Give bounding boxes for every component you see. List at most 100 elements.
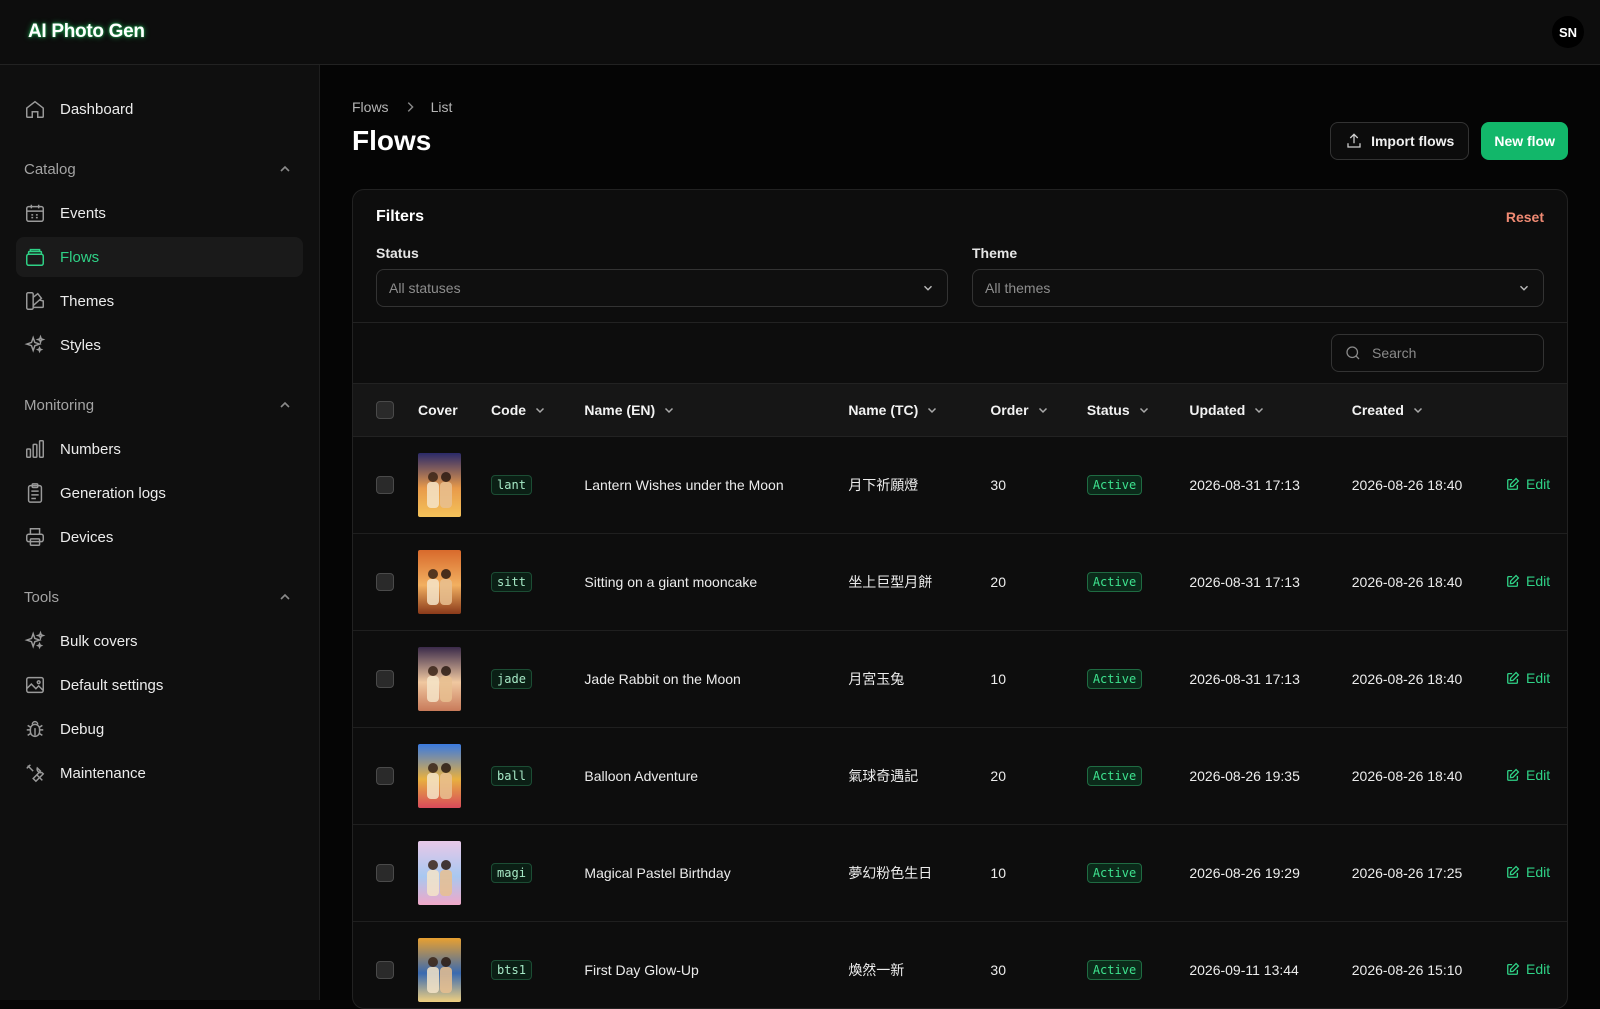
column-header-status[interactable]: Status xyxy=(1087,384,1190,437)
status-filter-select[interactable]: All statuses xyxy=(376,269,948,307)
section-label: Catalog xyxy=(24,161,76,178)
sparkles-icon xyxy=(24,630,46,652)
section-label: Tools xyxy=(24,589,59,606)
flow-name-tc: 月下祈願燈 xyxy=(848,437,990,534)
column-header-code[interactable]: Code xyxy=(491,384,584,437)
reset-filters-button[interactable]: Reset xyxy=(1506,209,1544,225)
clipboard-icon xyxy=(24,482,46,504)
flow-updated: 2026-08-31 17:13 xyxy=(1189,534,1351,631)
edit-icon xyxy=(1506,962,1520,976)
sidebar-item-themes[interactable]: Themes xyxy=(16,281,303,321)
sidebar-item-styles[interactable]: Styles xyxy=(16,325,303,365)
flow-code: magi xyxy=(491,863,532,883)
chevron-up-icon xyxy=(277,397,293,413)
status-badge: Active xyxy=(1087,960,1142,980)
sidebar-item-dashboard[interactable]: Dashboard xyxy=(16,89,303,129)
cover-thumbnail[interactable] xyxy=(418,453,461,517)
flow-order: 10 xyxy=(990,631,1086,728)
user-avatar[interactable]: SN xyxy=(1552,16,1584,48)
table-toolbar: Search xyxy=(353,323,1567,383)
status-badge: Active xyxy=(1087,572,1142,592)
column-header-order[interactable]: Order xyxy=(990,384,1086,437)
cover-thumbnail[interactable] xyxy=(418,938,461,1002)
table-row[interactable]: sittSitting on a giant mooncake坐上巨型月餅20A… xyxy=(353,534,1567,631)
import-flows-button[interactable]: Import flows xyxy=(1330,122,1469,160)
flow-order: 20 xyxy=(990,534,1086,631)
flow-updated: 2026-08-26 19:29 xyxy=(1189,825,1351,922)
column-header-updated[interactable]: Updated xyxy=(1189,384,1351,437)
status-badge: Active xyxy=(1087,863,1142,883)
sidebar-item-label: Devices xyxy=(60,529,113,546)
row-checkbox[interactable] xyxy=(376,961,394,979)
section-tools-toggle[interactable]: Tools xyxy=(16,577,303,617)
flow-updated: 2026-09-11 13:44 xyxy=(1189,922,1351,1009)
sidebar-item-bulk-covers[interactable]: Bulk covers xyxy=(16,621,303,661)
flow-name-en: Jade Rabbit on the Moon xyxy=(584,631,848,728)
edit-button[interactable]: Edit xyxy=(1506,767,1550,783)
status-filter-label: Status xyxy=(376,245,948,261)
new-flow-button[interactable]: New flow xyxy=(1481,122,1568,160)
chevron-down-icon xyxy=(1412,404,1424,416)
row-checkbox[interactable] xyxy=(376,864,394,882)
table-row[interactable]: bts1First Day Glow-Up煥然一新30Active2026-09… xyxy=(353,922,1567,1009)
cover-thumbnail[interactable] xyxy=(418,647,461,711)
sidebar-item-maintenance[interactable]: Maintenance xyxy=(16,753,303,793)
edit-icon xyxy=(1506,768,1520,782)
sidebar-item-generation-logs[interactable]: Generation logs xyxy=(16,473,303,513)
edit-button[interactable]: Edit xyxy=(1506,476,1550,492)
edit-icon xyxy=(1506,671,1520,685)
calendar-icon xyxy=(24,202,46,224)
import-flows-label: Import flows xyxy=(1371,133,1454,149)
sidebar-item-devices[interactable]: Devices xyxy=(16,517,303,557)
sidebar-item-default-settings[interactable]: Default settings xyxy=(16,665,303,705)
edit-button[interactable]: Edit xyxy=(1506,961,1550,977)
search-input[interactable]: Search xyxy=(1331,334,1544,372)
sidebar-item-numbers[interactable]: Numbers xyxy=(16,429,303,469)
sidebar-item-events[interactable]: Events xyxy=(16,193,303,233)
app-logo[interactable]: AI Photo Gen xyxy=(28,21,145,43)
edit-button[interactable]: Edit xyxy=(1506,670,1550,686)
flow-created: 2026-08-26 18:40 xyxy=(1352,728,1506,825)
section-monitoring-toggle[interactable]: Monitoring xyxy=(16,385,303,425)
theme-filter-select[interactable]: All themes xyxy=(972,269,1544,307)
sidebar-item-label: Bulk covers xyxy=(60,633,138,650)
edit-icon xyxy=(1506,865,1520,879)
row-checkbox[interactable] xyxy=(376,767,394,785)
cover-thumbnail[interactable] xyxy=(418,744,461,808)
breadcrumb-root[interactable]: Flows xyxy=(352,99,389,115)
sidebar-item-label: Styles xyxy=(60,337,101,354)
tools-icon xyxy=(24,762,46,784)
sidebar-item-flows[interactable]: Flows xyxy=(16,237,303,277)
flow-code: jade xyxy=(491,669,532,689)
table-row[interactable]: ballBalloon Adventure氣球奇遇記20Active2026-0… xyxy=(353,728,1567,825)
theme-filter-value: All themes xyxy=(985,280,1050,296)
row-checkbox[interactable] xyxy=(376,573,394,591)
column-header-name-en[interactable]: Name (EN) xyxy=(584,384,848,437)
cover-thumbnail[interactable] xyxy=(418,841,461,905)
row-checkbox[interactable] xyxy=(376,670,394,688)
column-header-cover: Cover xyxy=(418,384,491,437)
section-catalog-toggle[interactable]: Catalog xyxy=(16,149,303,189)
flows-table: Cover Code Name (EN) Name (TC) Order Sta… xyxy=(353,383,1567,1009)
upload-icon xyxy=(1345,132,1363,150)
column-header-name-tc[interactable]: Name (TC) xyxy=(848,384,990,437)
edit-button[interactable]: Edit xyxy=(1506,573,1550,589)
row-checkbox[interactable] xyxy=(376,476,394,494)
edit-label: Edit xyxy=(1526,670,1550,686)
sidebar-item-debug[interactable]: Debug xyxy=(16,709,303,749)
table-row[interactable]: jadeJade Rabbit on the Moon月宮玉兔10Active2… xyxy=(353,631,1567,728)
flow-code: sitt xyxy=(491,572,532,592)
edit-label: Edit xyxy=(1526,573,1550,589)
select-all-checkbox[interactable] xyxy=(376,401,394,419)
status-badge: Active xyxy=(1087,766,1142,786)
cover-thumbnail[interactable] xyxy=(418,550,461,614)
table-row[interactable]: lantLantern Wishes under the Moon月下祈願燈30… xyxy=(353,437,1567,534)
table-header-row: Cover Code Name (EN) Name (TC) Order Sta… xyxy=(353,384,1567,437)
edit-button[interactable]: Edit xyxy=(1506,864,1550,880)
top-bar: AI Photo Gen SN xyxy=(0,0,1600,65)
status-badge: Active xyxy=(1087,669,1142,689)
table-row[interactable]: magiMagical Pastel Birthday夢幻粉色生日10Activ… xyxy=(353,825,1567,922)
column-header-created[interactable]: Created xyxy=(1352,384,1506,437)
flow-order: 20 xyxy=(990,728,1086,825)
image-icon xyxy=(24,674,46,696)
